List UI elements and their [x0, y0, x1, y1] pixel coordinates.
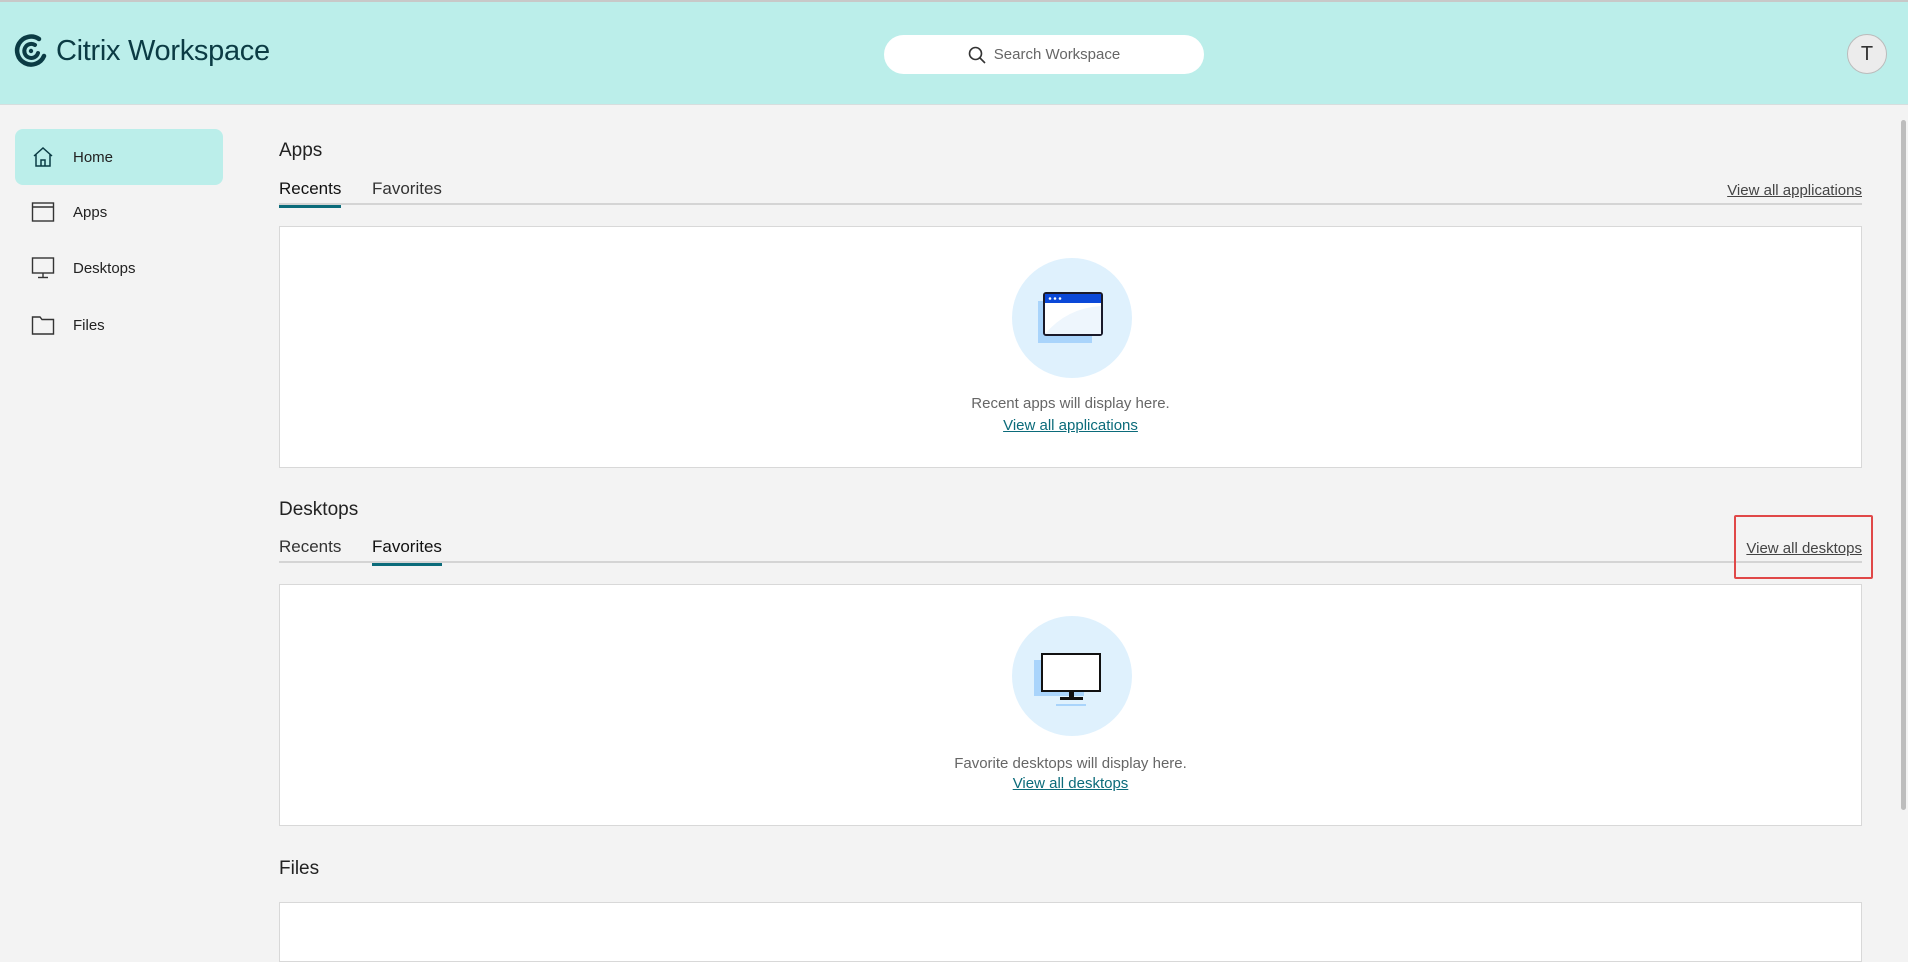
folder-icon: [31, 316, 55, 335]
sidebar-item-files[interactable]: Files: [15, 297, 223, 353]
sidebar-item-label: Home: [73, 148, 114, 166]
app-window-icon: [31, 202, 55, 222]
view-all-desktops-inline-link[interactable]: View all desktops: [1013, 775, 1129, 792]
sidebar-item-desktops[interactable]: Desktops: [15, 240, 223, 296]
highlight-box: [1734, 515, 1873, 579]
desktops-empty-text: Favorite desktops will display here.: [954, 755, 1187, 772]
apps-empty-link-wrap: View all applications: [280, 417, 1861, 434]
sidebar-item-label: Desktops: [73, 259, 136, 277]
apps-tabs: Recents Favorites View all applications: [279, 179, 1862, 208]
files-card: [279, 902, 1862, 962]
top-header: Citrix Workspace Search Workspace T: [0, 0, 1908, 105]
tab-desktops-recents[interactable]: Recents: [279, 537, 341, 563]
sidebar-item-label: Files: [73, 316, 105, 334]
page-scrollbar[interactable]: [1901, 120, 1906, 810]
tab-apps-favorites[interactable]: Favorites: [372, 179, 442, 205]
search-placeholder: Search Workspace: [993, 46, 1121, 63]
user-avatar[interactable]: T: [1847, 34, 1887, 74]
sidebar-item-label: Apps: [73, 203, 108, 221]
logo-text: Citrix Workspace: [56, 34, 270, 67]
sidebar-item-home[interactable]: Home: [15, 129, 223, 185]
tab-desktops-favorites[interactable]: Favorites: [372, 537, 442, 566]
desktops-empty-link-wrap: View all desktops: [280, 775, 1861, 792]
tab-apps-recents[interactable]: Recents: [279, 179, 342, 208]
citrix-logo[interactable]: Citrix Workspace: [14, 34, 270, 68]
view-all-applications-link[interactable]: View all applications: [1727, 182, 1862, 199]
desktops-tabs: Recents Favorites View all desktops: [279, 537, 1862, 566]
files-section-title: Files: [279, 858, 320, 879]
home-icon: [33, 146, 53, 167]
search-icon: [968, 46, 986, 64]
monitor-illustration: [1012, 616, 1132, 736]
view-all-applications-inline-link[interactable]: View all applications: [1003, 417, 1138, 434]
citrix-logo-icon: [14, 34, 47, 67]
apps-empty-card: Recent apps will display here. View all …: [279, 226, 1862, 468]
search-input[interactable]: Search Workspace: [884, 35, 1204, 74]
sidebar-item-apps[interactable]: Apps: [15, 184, 223, 240]
app-window-illustration: [1012, 258, 1132, 378]
desktops-section-title: Desktops: [279, 499, 359, 520]
apps-empty-text: Recent apps will display here.: [971, 395, 1170, 412]
apps-section-title: Apps: [279, 140, 323, 161]
desktops-empty-card: Favorite desktops will display here. Vie…: [279, 584, 1862, 826]
monitor-icon: [31, 257, 55, 279]
